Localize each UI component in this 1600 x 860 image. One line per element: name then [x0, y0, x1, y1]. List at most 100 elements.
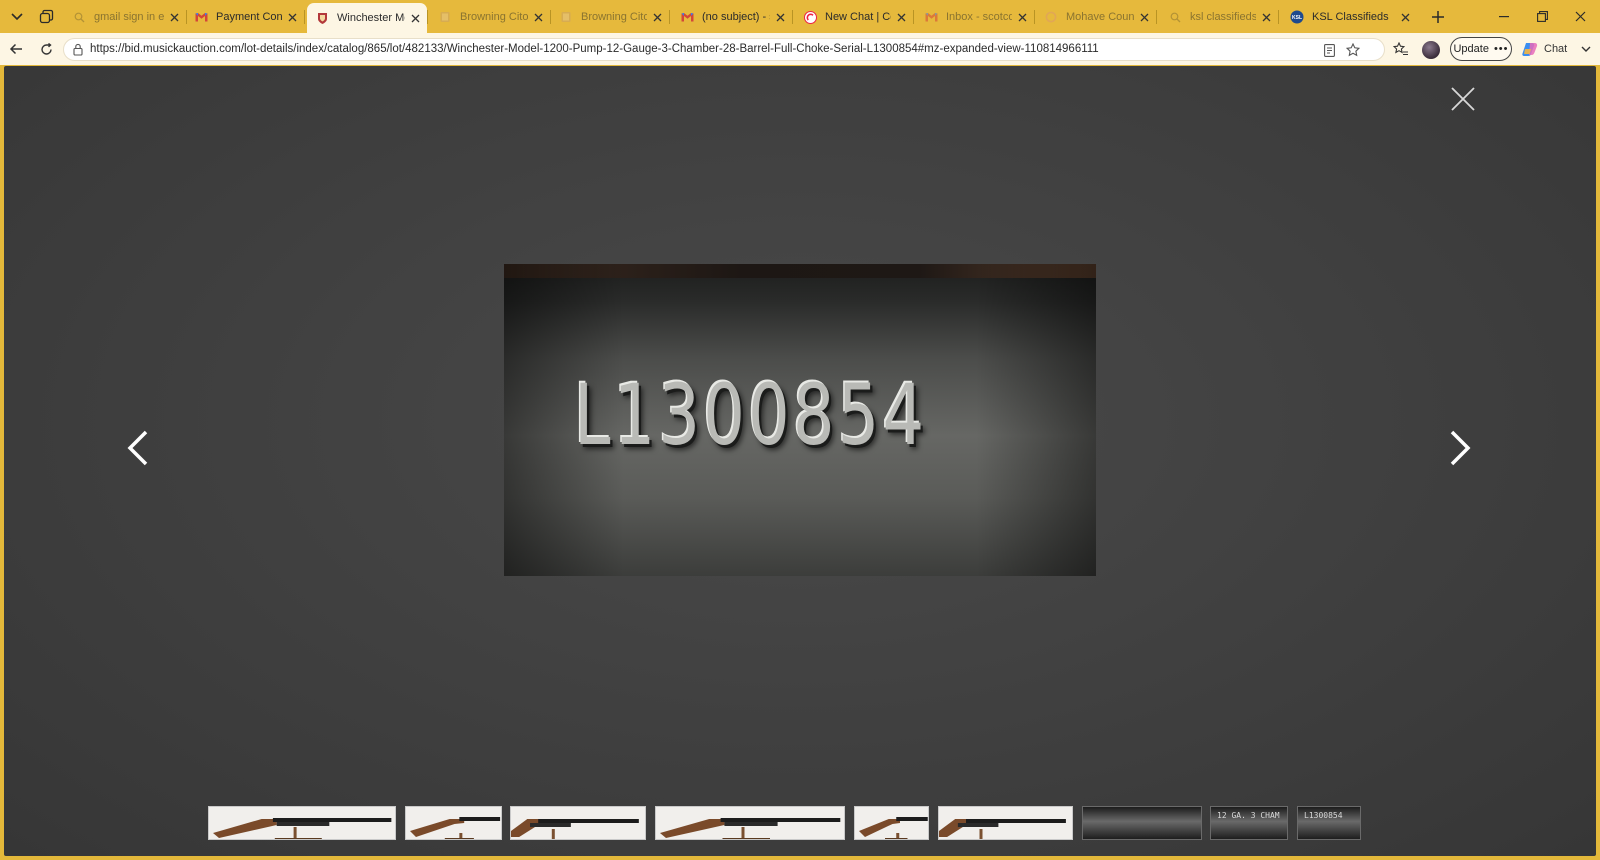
close-tab-icon[interactable]: [895, 10, 907, 25]
close-tab-icon[interactable]: [651, 10, 663, 25]
gmail-icon: [924, 10, 938, 24]
tab-title: gmail sign in en: [94, 11, 164, 23]
tab-separator: [427, 10, 428, 24]
tab-6[interactable]: (no subject) - sco: [672, 3, 792, 31]
gmail-icon: [680, 10, 694, 24]
gmail-icon: [194, 10, 208, 24]
close-tab-icon[interactable]: [286, 10, 298, 25]
favorite-star-icon[interactable]: [1345, 42, 1361, 58]
update-label: Update: [1453, 43, 1489, 55]
tab-7[interactable]: New Chat | Cdco: [795, 3, 913, 31]
thumbnail-2[interactable]: [405, 806, 502, 840]
tab-3[interactable]: Winchester Mode: [307, 3, 427, 33]
thumbnail-shotgun-image: [511, 807, 645, 839]
main-photo-serial-number[interactable]: L1300854: [504, 264, 1096, 576]
thumbnail-3[interactable]: [510, 806, 646, 840]
tab-title: KSL Classifieds: [1312, 11, 1389, 23]
tab-title: Browning Citori: [581, 11, 647, 23]
search-icon: [72, 10, 86, 24]
tab-title: Inbox - scotcdbu: [946, 11, 1012, 23]
sidebar-chevron-icon[interactable]: [1578, 37, 1594, 61]
tab-title: (no subject) - sco: [702, 11, 770, 23]
new-tab-plus-icon[interactable]: [1425, 4, 1451, 30]
tab-1[interactable]: gmail sign in en: [64, 3, 186, 31]
thumbnail-shotgun-image: [406, 807, 501, 839]
more-dots-icon: •••: [1493, 43, 1509, 55]
tab-10[interactable]: ksl classifieds - S: [1160, 3, 1278, 31]
tab-actions-chevron-icon[interactable]: [4, 4, 30, 30]
expanded-image-viewer: L1300854 12 GA. 3 CHAM L1300854: [4, 66, 1596, 856]
chat-label: Chat: [1544, 43, 1568, 55]
close-tab-icon[interactable]: [1260, 10, 1272, 25]
book-icon: [559, 10, 573, 24]
thumbnail-engraved-text: L1300854: [1304, 811, 1343, 820]
address-toolbar: https://bid.musickauction.com/lot-detail…: [0, 33, 1600, 65]
tab-separator: [913, 10, 914, 24]
close-tab-icon[interactable]: [774, 10, 786, 25]
book-icon: [438, 10, 452, 24]
site-info-lock-icon[interactable]: [73, 43, 85, 57]
tab-separator: [1156, 10, 1157, 24]
thumbnail-engraved-text: 12 GA. 3 CHAM: [1217, 811, 1280, 820]
thumbnail-8[interactable]: 12 GA. 3 CHAM: [1210, 806, 1288, 840]
tab-title: New Chat | Cdco: [825, 11, 891, 23]
tab-title: Winchester Mode: [337, 12, 405, 24]
tab-separator: [1034, 10, 1035, 24]
tab-separator: [792, 10, 793, 24]
search-icon: [1168, 10, 1182, 24]
address-field[interactable]: https://bid.musickauction.com/lot-detail…: [63, 38, 1385, 61]
thumbnail-4[interactable]: [655, 806, 845, 840]
ksl-logo-icon: KSL: [1290, 10, 1304, 24]
tab-11[interactable]: KSL KSL Classifieds: [1282, 3, 1417, 31]
tab-separator: [304, 10, 305, 24]
tab-title: Browning Citori: [460, 11, 528, 23]
refresh-icon[interactable]: [33, 37, 59, 61]
profile-avatar[interactable]: [1422, 41, 1440, 59]
next-image-arrow-icon[interactable]: [1444, 428, 1474, 468]
reader-view-icon[interactable]: [1321, 42, 1337, 58]
thumbnail-7[interactable]: [1082, 806, 1202, 840]
shield-logo-icon: [315, 11, 329, 25]
tab-separator: [1278, 10, 1279, 24]
thumbnail-9[interactable]: L1300854: [1297, 806, 1361, 840]
thumbnail-5[interactable]: [854, 806, 929, 840]
tab-5[interactable]: Browning Citori: [551, 3, 669, 31]
close-tab-icon[interactable]: [1016, 10, 1028, 25]
close-tab-icon[interactable]: [409, 11, 421, 26]
close-viewer-icon[interactable]: [1450, 86, 1476, 112]
thumbnail-1[interactable]: [208, 806, 396, 840]
tab-separator: [669, 10, 670, 24]
close-tab-icon[interactable]: [1399, 10, 1411, 25]
tab-8[interactable]: Inbox - scotcdbu: [916, 3, 1034, 31]
tab-title: Mohave County: [1066, 11, 1134, 23]
tab-2[interactable]: Payment Confirm: [186, 3, 304, 31]
close-tab-icon[interactable]: [1138, 10, 1150, 25]
url-text[interactable]: https://bid.musickauction.com/lot-detail…: [90, 43, 1099, 55]
tab-9[interactable]: Mohave County: [1036, 3, 1156, 31]
copilot-chat-button[interactable]: Chat: [1521, 37, 1581, 61]
close-window-icon[interactable]: [1560, 0, 1600, 33]
tab-bar: gmail sign in en Payment Confirm Wincheste…: [0, 0, 1600, 33]
thumbnail-strip: 12 GA. 3 CHAM L1300854: [4, 806, 1596, 842]
copilot-icon: [1521, 40, 1539, 58]
update-button[interactable]: Update •••: [1450, 37, 1512, 61]
thumbnail-shotgun-image: [855, 807, 928, 839]
chat-logo-icon: [803, 10, 817, 24]
close-tab-icon[interactable]: [168, 10, 180, 25]
thumbnail-shotgun-image: [209, 807, 395, 839]
tab-title: ksl classifieds - S: [1190, 11, 1256, 23]
back-arrow-icon[interactable]: [3, 37, 29, 61]
tab-title: Payment Confirm: [216, 11, 282, 23]
stamped-serial-number: L1300854: [574, 366, 928, 464]
restore-icon[interactable]: [1522, 0, 1562, 33]
thumbnail-shotgun-image: [656, 807, 844, 839]
previous-image-arrow-icon[interactable]: [124, 428, 154, 468]
thumbnail-6[interactable]: [938, 806, 1073, 840]
tab-4[interactable]: Browning Citori: [430, 3, 550, 31]
close-tab-icon[interactable]: [532, 10, 544, 25]
thumbnail-shotgun-image: [939, 807, 1072, 839]
workspaces-icon[interactable]: [33, 4, 59, 30]
favorites-list-icon[interactable]: [1390, 37, 1412, 61]
minimize-icon[interactable]: [1484, 0, 1524, 33]
google-icon: [1044, 10, 1058, 24]
